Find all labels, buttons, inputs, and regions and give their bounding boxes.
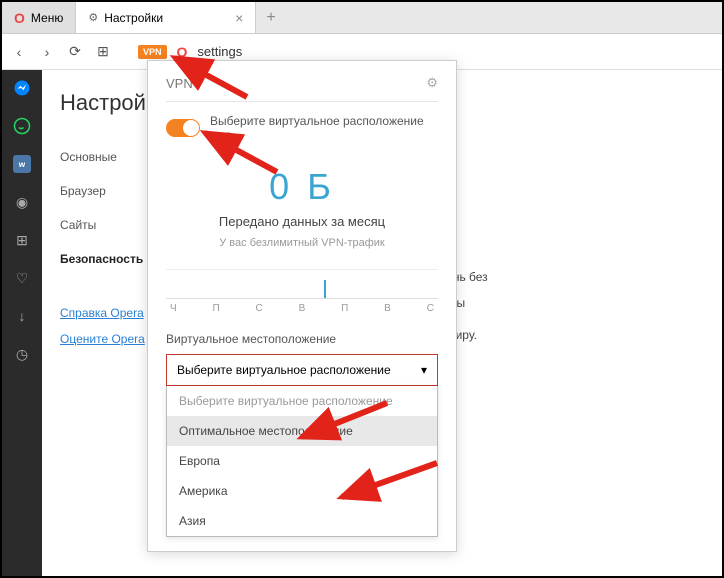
- day-label: В: [299, 303, 306, 314]
- titlebar: O Меню ⚙ Настройки × +: [2, 2, 722, 34]
- opera-logo-icon: O: [14, 10, 25, 26]
- vpn-option-europe[interactable]: Европа: [167, 446, 437, 476]
- vpn-location-label: Виртуальное местоположение: [166, 332, 438, 346]
- vpn-usage-chart: [166, 269, 438, 299]
- vpn-data-amount: 0 Б: [166, 166, 438, 208]
- new-tab-button[interactable]: +: [256, 2, 285, 33]
- vpn-option-optimal[interactable]: Оптимальное местоположение: [167, 416, 437, 446]
- vpn-popup: VPN ⚙ Выберите виртуальное расположение …: [147, 60, 457, 552]
- vpn-data-caption: Передано данных за месяц: [166, 214, 438, 229]
- chevron-down-icon: ▾: [421, 363, 427, 377]
- nav-basic[interactable]: Основные: [60, 140, 157, 174]
- vpn-option-america[interactable]: Америка: [167, 476, 437, 506]
- gear-icon[interactable]: ⚙: [426, 75, 438, 91]
- day-label: С: [427, 303, 434, 314]
- menu-label: Меню: [31, 11, 63, 25]
- back-icon[interactable]: ‹: [10, 44, 28, 60]
- vpn-unlimited-note: У вас безлимитный VPN-трафик: [166, 237, 438, 249]
- nav-security[interactable]: Безопасность: [60, 242, 157, 276]
- whatsapp-icon[interactable]: [12, 116, 32, 136]
- vpn-toggle[interactable]: [166, 119, 200, 137]
- messenger-icon[interactable]: [12, 78, 32, 98]
- day-label: П: [213, 303, 220, 314]
- history-icon[interactable]: ◷: [12, 344, 32, 364]
- day-label: П: [341, 303, 348, 314]
- rate-link[interactable]: Оцените Opera: [60, 326, 157, 352]
- grid-icon[interactable]: ⊞: [12, 230, 32, 250]
- settings-nav: Настройки Основные Браузер Сайты Безопас…: [42, 70, 157, 576]
- nav-sites[interactable]: Сайты: [60, 208, 157, 242]
- vpn-popup-title: VPN: [166, 76, 193, 91]
- download-icon[interactable]: ↓: [12, 306, 32, 326]
- close-icon[interactable]: ×: [235, 10, 243, 26]
- vpn-option-asia[interactable]: Азия: [167, 506, 437, 536]
- vpn-location-dropdown: Выберите виртуальное расположение Оптима…: [166, 386, 438, 537]
- vpn-days-row: Ч П С В П В С: [166, 303, 438, 314]
- vpn-toggle-label: Выберите виртуальное расположение для...: [210, 114, 438, 142]
- app-sidebar: w ◉ ⊞ ♡ ↓ ◷: [2, 70, 42, 576]
- forward-icon[interactable]: ›: [38, 44, 56, 60]
- opera-addr-icon: O: [177, 44, 188, 60]
- day-label: С: [256, 303, 263, 314]
- camera-icon[interactable]: ◉: [12, 192, 32, 212]
- vpn-option-placeholder[interactable]: Выберите виртуальное расположение: [167, 386, 437, 416]
- nav-browser[interactable]: Браузер: [60, 174, 157, 208]
- help-link[interactable]: Справка Opera: [60, 300, 157, 326]
- speed-dial-icon[interactable]: ⊞: [94, 43, 112, 60]
- svg-text:w: w: [18, 160, 26, 169]
- day-label: Ч: [170, 303, 177, 314]
- address-text[interactable]: settings: [197, 44, 242, 59]
- page-title: Настройки: [60, 90, 157, 116]
- reload-icon[interactable]: ⟳: [66, 43, 84, 60]
- divider: [166, 101, 438, 102]
- vpn-select-value: Выберите виртуальное расположение: [177, 363, 391, 377]
- vpn-location-select[interactable]: Выберите виртуальное расположение ▾: [166, 354, 438, 386]
- day-label: В: [384, 303, 391, 314]
- heart-icon[interactable]: ♡: [12, 268, 32, 288]
- vpn-badge[interactable]: VPN: [138, 45, 167, 59]
- menu-button[interactable]: O Меню: [2, 2, 76, 33]
- gear-icon: ⚙: [88, 11, 98, 24]
- tab-settings[interactable]: ⚙ Настройки ×: [76, 2, 256, 33]
- tab-title: Настройки: [104, 11, 163, 25]
- vk-icon[interactable]: w: [12, 154, 32, 174]
